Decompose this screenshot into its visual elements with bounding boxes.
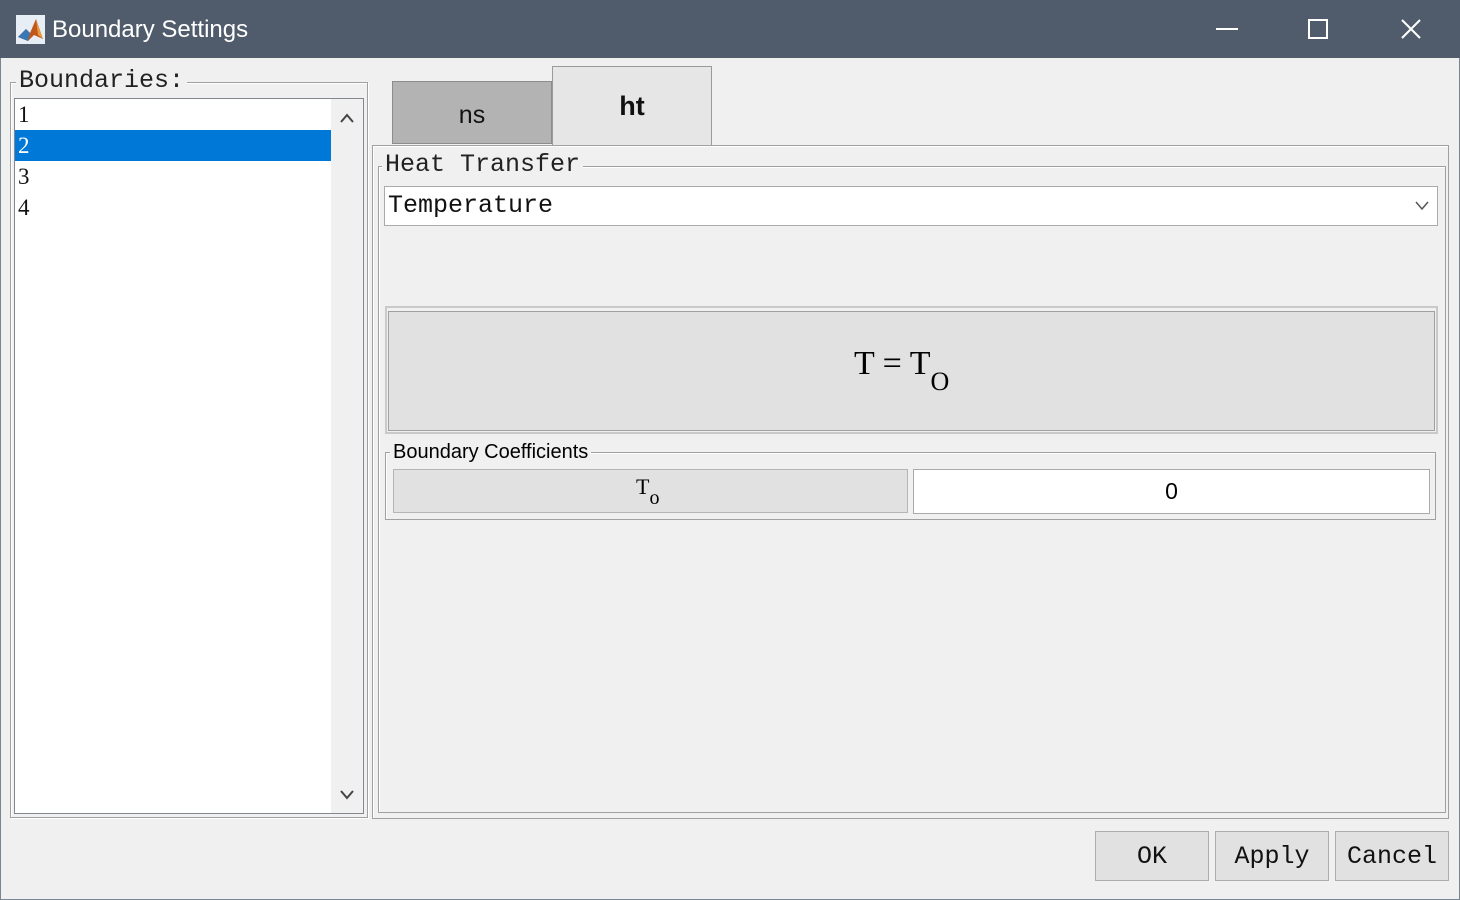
chevron-down-icon [1415, 201, 1429, 211]
equation-text: T = TO [854, 345, 949, 396]
tab-ns[interactable]: ns [392, 81, 552, 144]
vertical-scrollbar[interactable] [331, 99, 363, 813]
list-item[interactable]: 3 [15, 161, 331, 192]
equation-lhs: T [854, 345, 875, 382]
chevron-up-icon [340, 113, 354, 123]
boundary-condition-select[interactable]: Temperature [384, 186, 1438, 226]
scroll-up-button[interactable] [331, 102, 363, 134]
list-item[interactable]: 4 [15, 192, 331, 223]
coefficient-subscript: o [649, 487, 660, 509]
dropdown-button[interactable] [1407, 187, 1437, 225]
minimize-icon [1216, 28, 1238, 30]
matlab-icon [16, 15, 45, 44]
boundaries-listbox[interactable]: 1 2 3 4 [14, 98, 364, 814]
chevron-down-icon [340, 790, 354, 800]
heat-transfer-label: Heat Transfer [382, 150, 584, 179]
coefficient-name: To [636, 474, 659, 509]
ok-button[interactable]: OK [1095, 831, 1209, 881]
minimize-button[interactable] [1181, 0, 1273, 58]
boundaries-label: Boundaries: [16, 66, 188, 95]
tab-ht[interactable]: ht [552, 66, 712, 146]
maximize-icon [1308, 19, 1328, 39]
cancel-button[interactable]: Cancel [1335, 831, 1449, 881]
list-item-selected[interactable]: 2 [15, 130, 331, 161]
coefficient-symbol: T [636, 474, 650, 499]
equation-rhs: T [909, 345, 931, 382]
window-title: Boundary Settings [52, 16, 249, 43]
apply-button[interactable]: Apply [1215, 831, 1329, 881]
scroll-down-button[interactable] [331, 779, 363, 811]
equation-rhs-subscript: O [930, 367, 950, 396]
equation-equals: = [882, 345, 902, 382]
list-item[interactable]: 1 [15, 99, 331, 130]
select-value: Temperature [388, 191, 554, 220]
close-button[interactable] [1365, 0, 1457, 58]
close-icon [1401, 19, 1421, 39]
coefficient-value-input[interactable]: 0 [913, 469, 1430, 514]
boundary-coefficients-label: Boundary Coefficients [390, 441, 592, 464]
title-bar[interactable]: Boundary Settings [0, 0, 1460, 58]
maximize-button[interactable] [1272, 0, 1364, 58]
